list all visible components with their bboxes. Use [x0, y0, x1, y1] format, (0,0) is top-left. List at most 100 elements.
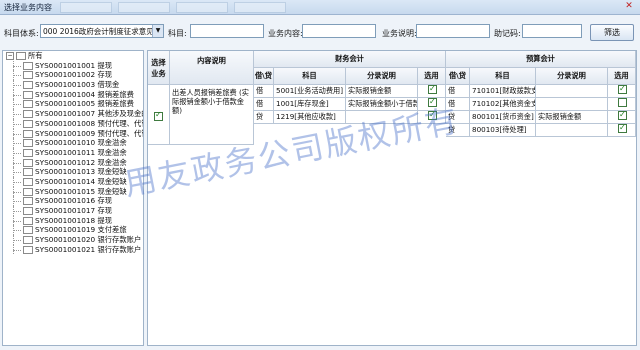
- budget-entry-use-checkbox[interactable]: [618, 124, 627, 134]
- header-budget-dc: 借\贷: [446, 68, 470, 85]
- tree-item[interactable]: SYS0001001015 现金短缺: [3, 186, 143, 197]
- tree-item-label: SYS0001001021 银行存款账户: [35, 244, 142, 254]
- tree-item[interactable]: SYS0001001019 支付差旅: [3, 225, 143, 235]
- tree-item[interactable]: SYS0001001005 报销差旅费: [3, 99, 143, 109]
- folder-icon: [23, 216, 33, 225]
- tree-item[interactable]: SYS0001001010 现金溢余: [3, 138, 143, 148]
- tree-item-label: SYS0001001007 其他涉及现金的业务: [35, 109, 143, 119]
- tree-root-label: 所有: [28, 51, 43, 60]
- subject-label: 科目:: [168, 29, 187, 38]
- tree-item[interactable]: SYS0001001002 存现: [3, 70, 143, 80]
- header-fin-desc: 分录说明: [346, 68, 418, 85]
- business-tree: − 所有 SYS0001001001 提现 SYS0001001002 存现 SYS0…: [2, 50, 144, 346]
- folder-icon: [23, 177, 33, 186]
- folder-icon: [23, 148, 33, 157]
- tree-item[interactable]: SYS0001001014 现金短缺: [3, 176, 143, 187]
- tree-item[interactable]: SYS0001001008 预付代理、代管现金: [3, 118, 143, 129]
- business-content-label: 业务内容:: [268, 29, 303, 38]
- folder-icon: [23, 139, 33, 148]
- budget-entry-use-cell: [608, 98, 636, 111]
- tree-item[interactable]: SYS0001001016 存现: [3, 196, 143, 206]
- header-budget-group: 预算会计: [446, 51, 636, 68]
- folder-icon: [23, 236, 33, 245]
- budget-entry-use-checkbox[interactable]: [618, 85, 627, 95]
- background-tab: [60, 2, 112, 13]
- business-grid: 选择业务 内容说明 财务会计 预算会计 借\贷 科目 分录说明 选用 借\贷 科…: [147, 50, 637, 346]
- budget-entry-use-cell: [608, 124, 636, 137]
- tree-item-label: SYS0001001008 预付代理、代管现金: [35, 118, 143, 128]
- subject-system-select[interactable]: 000 2016政府会计制度征求意见稿 ▼: [40, 24, 164, 38]
- business-desc-label: 业务说明:: [382, 29, 417, 38]
- fin-entry-use-checkbox[interactable]: [428, 111, 437, 121]
- fin-entry-subject: 1001[库存现金]: [274, 98, 346, 111]
- header-budget-use: 选用: [608, 68, 636, 85]
- header-fin-dc: 借\贷: [254, 68, 274, 85]
- budget-entry-use-checkbox[interactable]: [618, 98, 627, 107]
- folder-icon: [23, 226, 33, 235]
- tree-item-label: SYS0001001016 存现: [35, 196, 113, 206]
- fin-entry-use-checkbox[interactable]: [428, 85, 437, 95]
- tree-item-label: SYS0001001010 现金溢余: [35, 138, 127, 148]
- fin-entry-subject: 5001[业务活动费用]: [274, 85, 346, 98]
- tree-item[interactable]: SYS0001001001 提现: [3, 60, 143, 71]
- tree-item-label: SYS0001001012 现金溢余: [35, 157, 127, 167]
- collapse-icon[interactable]: −: [6, 52, 14, 60]
- tree-item[interactable]: SYS0001001020 银行存款账户: [3, 235, 143, 245]
- folder-icon: [23, 61, 33, 70]
- tree-item-label: SYS0001001020 银行存款账户: [35, 235, 142, 245]
- row-select-checkbox[interactable]: [154, 110, 163, 121]
- fin-entry-use-cell: [418, 85, 446, 98]
- tree-item[interactable]: SYS0001001021 银行存款账户: [3, 244, 143, 255]
- fin-entry-subject: 1219[其他应收款]: [274, 111, 346, 124]
- header-content: 内容说明: [170, 51, 254, 85]
- tree-item-label: SYS0001001013 现金短缺: [35, 167, 127, 177]
- budget-entry-dc: 贷: [446, 124, 470, 137]
- tree-item-label: SYS0001001011 现金溢余: [35, 147, 127, 157]
- tree-item[interactable]: SYS0001001007 其他涉及现金的业务: [3, 109, 143, 119]
- folder-icon: [23, 158, 33, 167]
- tree-item[interactable]: SYS0001001011 现金溢余: [3, 147, 143, 158]
- chevron-down-icon[interactable]: ▼: [152, 25, 163, 37]
- tree-items: SYS0001001001 提现 SYS0001001002 存现 SYS00010…: [3, 60, 143, 255]
- window-title: 选择业务内容: [4, 3, 52, 12]
- folder-icon: [23, 71, 33, 80]
- folder-icon: [23, 168, 33, 177]
- budget-entry-subject: 800101[货币资金]: [470, 111, 536, 124]
- header-budget-subject: 科目: [470, 68, 536, 85]
- header-fin-subject: 科目: [274, 68, 346, 85]
- header-select: 选择业务: [148, 51, 170, 85]
- filter-bar: 科目体系: 000 2016政府会计制度征求意见稿 ▼ 科目: 业务内容: 业务…: [0, 22, 640, 44]
- filter-button[interactable]: 筛选: [590, 24, 634, 41]
- tree-item-label: SYS0001001018 提现: [35, 215, 113, 225]
- budget-entry-subject: 710101[财政拨款支: [470, 85, 536, 98]
- fin-entry-use-checkbox[interactable]: [428, 98, 437, 108]
- close-icon[interactable]: ✕: [624, 2, 634, 11]
- tree-item[interactable]: SYS0001001017 存现: [3, 206, 143, 216]
- budget-entry-desc: [536, 85, 608, 98]
- tree-item[interactable]: SYS0001001003 借现金: [3, 80, 143, 90]
- tree-item[interactable]: SYS0001001013 现金短缺: [3, 167, 143, 177]
- tree-item[interactable]: SYS0001001009 预付代理、代管现金: [3, 128, 143, 139]
- subject-input[interactable]: [190, 24, 264, 38]
- folder-icon: [23, 129, 33, 138]
- tree-root[interactable]: − 所有: [3, 51, 143, 61]
- background-tab: [234, 2, 286, 13]
- folder-icon: [23, 90, 33, 99]
- budget-entry-subject: 800103[待处理]: [470, 124, 536, 137]
- mnemonic-input[interactable]: [522, 24, 582, 38]
- tree-item-label: SYS0001001015 现金短缺: [35, 186, 127, 196]
- business-desc-input[interactable]: [416, 24, 490, 38]
- business-content-input[interactable]: [302, 24, 376, 38]
- fin-entry-dc: 贷: [254, 111, 274, 124]
- budget-entry-use-checkbox[interactable]: [618, 111, 627, 121]
- fin-entry-use-cell: [418, 98, 446, 111]
- tree-item[interactable]: SYS0001001012 现金溢余: [3, 157, 143, 168]
- fin-entry-desc: 实际报销金额: [346, 85, 418, 98]
- tree-item[interactable]: SYS0001001018 提现: [3, 215, 143, 226]
- tree-item[interactable]: SYS0001001004 报销差旅费: [3, 89, 143, 100]
- background-tab: [118, 2, 170, 13]
- budget-entry-use-cell: [608, 111, 636, 124]
- tree-item-label: SYS0001001003 借现金: [35, 80, 120, 90]
- window-titlebar: 选择业务内容 ✕: [0, 0, 640, 15]
- header-financial-group: 财务会计: [254, 51, 446, 68]
